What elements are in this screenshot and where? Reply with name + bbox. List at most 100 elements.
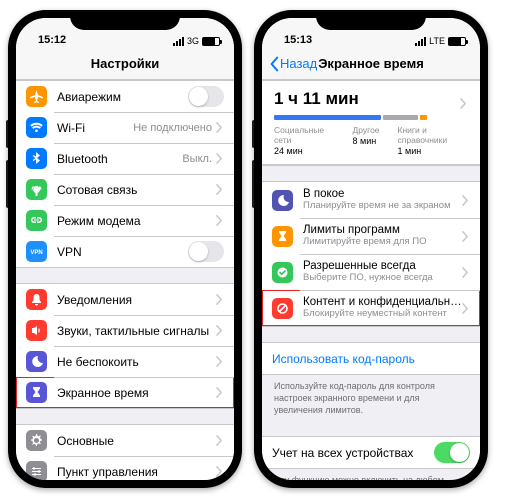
bell-icon: [26, 289, 47, 310]
share-footer: Эту функцию можно включить на любом устр…: [262, 469, 480, 480]
chevron-icon: [462, 267, 470, 278]
back-label: Назад: [280, 56, 317, 71]
chevron-icon: [216, 325, 224, 336]
row-limits[interactable]: Лимиты программЛимитируйте время для ПО: [262, 218, 480, 254]
airplane-switch[interactable]: [188, 86, 224, 107]
antenna-icon: [26, 179, 47, 200]
group-general: ОсновныеПункт управленияAAЭкран и яркост…: [16, 424, 234, 480]
group-connectivity: АвиарежимWi-FiНе подключеноBluetoothВыкл…: [16, 80, 234, 268]
nosign-icon: [272, 298, 293, 319]
nav-title: Экранное время: [318, 56, 424, 71]
row-label: В покое: [303, 188, 462, 200]
device-left: 15:12 3G Настройки Авиарежим Wi-FiНе подк…: [8, 10, 242, 488]
row-label: Учет на всех устройствах: [272, 446, 434, 460]
chevron-icon: [460, 98, 468, 109]
row-label: Контент и конфиденциальность: [303, 296, 462, 308]
hourglass-icon: [272, 226, 293, 247]
vpn-switch[interactable]: [188, 241, 224, 262]
wifi-icon: [26, 117, 47, 138]
group-share: Учет на всех устройствах: [262, 436, 480, 469]
legend-item: Другое8 мин: [353, 125, 380, 156]
row-hotspot[interactable]: Режим модема: [16, 205, 234, 236]
chevron-icon: [216, 122, 224, 133]
link-label: Использовать код-пароль: [272, 352, 415, 366]
row-downtime[interactable]: В покоеПланируйте время не за экраном: [262, 182, 480, 218]
row-vpn[interactable]: VPNVPN: [16, 236, 234, 267]
battery-icon: [202, 37, 220, 46]
status-right: LTE: [415, 36, 466, 46]
legend-category: Книги и справочники: [398, 125, 468, 145]
row-label: Основные: [57, 434, 216, 448]
battery-icon: [448, 37, 466, 46]
screen: 15:12 3G Настройки Авиарежим Wi-FiНе подк…: [16, 18, 234, 480]
status-time: 15:12: [30, 34, 66, 46]
row-label: Разрешенные всегда: [303, 260, 462, 272]
row-cell[interactable]: Сотовая связь: [16, 174, 234, 205]
row-subtitle: Лимитируйте время для ПО: [303, 236, 462, 247]
row-airplane[interactable]: Авиарежим: [16, 81, 234, 112]
chevron-icon: [216, 387, 224, 398]
bar-segment: [383, 115, 418, 120]
row-label: Режим модема: [57, 214, 216, 228]
settings-list[interactable]: АвиарежимWi-FiНе подключеноBluetoothВыкл…: [16, 80, 234, 480]
legend-duration: 8 мин: [353, 136, 377, 146]
hourglass-icon: [26, 382, 47, 403]
network-type: LTE: [429, 36, 445, 46]
legend-item: Социальные сети24 мин: [274, 125, 335, 156]
row-dnd[interactable]: Не беспокоить: [16, 346, 234, 377]
legend-duration: 1 мин: [398, 146, 422, 156]
usage-legend: Социальные сети24 мин Другое8 мин Книги и …: [262, 120, 480, 165]
row-allowed[interactable]: Разрешенные всегдаВыберите ПО, нужное вс…: [262, 254, 480, 290]
row-control[interactable]: Пункт управления: [16, 456, 234, 480]
screentime-list[interactable]: 1 ч 11 мин Социальные сети24 минДругое8 …: [262, 80, 480, 480]
row-bt[interactable]: BluetoothВыкл.: [16, 143, 234, 174]
moon2-icon: [272, 190, 293, 211]
chevron-icon: [216, 215, 224, 226]
row-label: Пункт управления: [57, 465, 216, 479]
row-label: Bluetooth: [57, 152, 182, 166]
row-value: Выкл.: [182, 153, 212, 165]
nav-bar: Назад Экранное время: [262, 48, 480, 80]
row-label: Авиарежим: [57, 90, 188, 104]
svg-text:VPN: VPN: [30, 250, 42, 256]
check-icon: [272, 262, 293, 283]
row-general[interactable]: Основные: [16, 425, 234, 456]
group-screentime-options: В покоеПланируйте время не за экраномЛим…: [262, 181, 480, 327]
group-notifications: Уведомления Звуки, тактильные сигналы Не б…: [16, 283, 234, 409]
row-subtitle: Блокируйте неуместный контент: [303, 308, 462, 319]
signal-icon: [173, 37, 184, 46]
row-label: Звуки, тактильные сигналы: [57, 324, 216, 338]
bluetooth-icon: [26, 148, 47, 169]
moon-icon: [26, 351, 47, 372]
chevron-icon: [216, 435, 224, 446]
share-switch[interactable]: [434, 442, 470, 463]
bar-segment: [274, 115, 381, 120]
row-subtitle: Выберите ПО, нужное всегда: [303, 272, 462, 283]
row-label: Не беспокоить: [57, 355, 216, 369]
row-content[interactable]: Контент и конфиденциальностьБлокируйте н…: [262, 290, 480, 326]
row-sounds[interactable]: Звуки, тактильные сигналы: [16, 315, 234, 346]
back-button[interactable]: Назад: [268, 56, 317, 72]
group-passcode: Использовать код-пароль: [262, 342, 480, 375]
link-icon: [26, 210, 47, 231]
use-passcode-button[interactable]: Использовать код-пароль: [262, 343, 480, 374]
sliders-icon: [26, 461, 47, 480]
chevron-icon: [462, 231, 470, 242]
status-right: 3G: [173, 36, 220, 46]
signal-icon: [415, 37, 426, 46]
airplane-icon: [26, 86, 47, 107]
chevron-icon: [216, 294, 224, 305]
chevron-icon: [216, 184, 224, 195]
nav-title: Настройки: [91, 56, 160, 71]
row-wifi[interactable]: Wi-FiНе подключено: [16, 112, 234, 143]
speaker-icon: [26, 320, 47, 341]
share-across-devices-row[interactable]: Учет на всех устройствах: [262, 437, 480, 468]
row-notif[interactable]: Уведомления: [16, 284, 234, 315]
gear-icon: [26, 430, 47, 451]
vpn-icon: VPN: [26, 241, 47, 262]
legend-category: Социальные сети: [274, 125, 335, 145]
row-label: Экранное время: [57, 386, 216, 400]
summary-card[interactable]: 1 ч 11 мин Социальные сети24 минДругое8 …: [262, 80, 480, 166]
row-screentime[interactable]: Экранное время: [16, 377, 234, 408]
row-value: Не подключено: [133, 122, 212, 134]
